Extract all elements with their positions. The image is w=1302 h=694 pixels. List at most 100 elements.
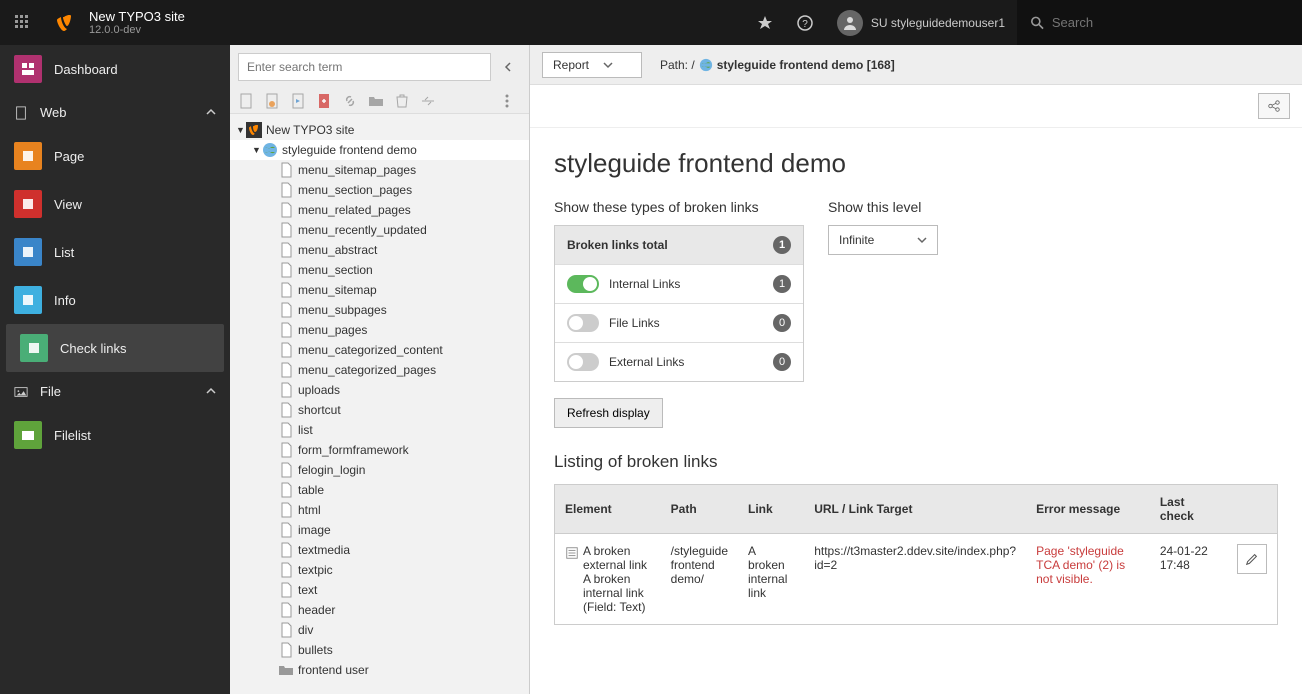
tree-label: image bbox=[298, 523, 331, 537]
tree-node[interactable]: div bbox=[230, 620, 529, 640]
collapse-tree-icon[interactable] bbox=[495, 54, 521, 80]
link-icon[interactable] bbox=[342, 93, 358, 109]
module-list[interactable]: List bbox=[0, 228, 230, 276]
tree-label: menu_subpages bbox=[298, 303, 387, 317]
image-icon bbox=[14, 385, 28, 399]
search-input[interactable] bbox=[1052, 15, 1288, 30]
dashboard-icon bbox=[14, 55, 42, 83]
folder-icon[interactable] bbox=[368, 93, 384, 109]
toggle-switch[interactable] bbox=[567, 353, 599, 371]
tree-label: menu_categorized_pages bbox=[298, 363, 436, 377]
tree-node[interactable]: image bbox=[230, 520, 529, 540]
globe-icon bbox=[262, 142, 278, 158]
more-menu-icon[interactable] bbox=[505, 93, 521, 109]
tree-label: bullets bbox=[298, 643, 333, 657]
refresh-button[interactable]: Refresh display bbox=[554, 398, 663, 428]
tree-node[interactable]: menu_categorized_content bbox=[230, 340, 529, 360]
module-group-file[interactable]: File bbox=[0, 372, 230, 411]
page-icon bbox=[278, 362, 294, 378]
tree-node[interactable]: ▼New TYPO3 site bbox=[230, 120, 529, 140]
tree-node[interactable]: header bbox=[230, 600, 529, 620]
tree-label: uploads bbox=[298, 383, 340, 397]
new-page-type3-icon[interactable] bbox=[316, 93, 332, 109]
edit-button[interactable] bbox=[1237, 544, 1267, 574]
pencil-icon bbox=[1245, 552, 1259, 566]
tree-node[interactable]: felogin_login bbox=[230, 460, 529, 480]
module-view[interactable]: View bbox=[0, 180, 230, 228]
tree-node[interactable]: menu_pages bbox=[230, 320, 529, 340]
tree-node[interactable]: menu_categorized_pages bbox=[230, 360, 529, 380]
tree-node[interactable]: form_formframework bbox=[230, 440, 529, 460]
page-icon bbox=[278, 602, 294, 618]
share-button[interactable] bbox=[1258, 93, 1290, 119]
trash-icon[interactable] bbox=[394, 93, 410, 109]
module-label: Dashboard bbox=[54, 62, 118, 77]
module-label: Check links bbox=[60, 341, 126, 356]
tree-node[interactable]: text bbox=[230, 580, 529, 600]
new-page-type1-icon[interactable] bbox=[264, 93, 280, 109]
bookmark-icon[interactable] bbox=[745, 0, 785, 45]
tree-node[interactable]: menu_sitemap bbox=[230, 280, 529, 300]
module-menu: Dashboard Web Page View List Info Check link… bbox=[0, 45, 230, 694]
tree-node[interactable]: textpic bbox=[230, 560, 529, 580]
apps-switcher-icon[interactable] bbox=[0, 0, 45, 45]
tree-label: menu_abstract bbox=[298, 243, 377, 257]
toggle-switch[interactable] bbox=[567, 314, 599, 332]
module-filelist[interactable]: Filelist bbox=[0, 411, 230, 459]
module-page[interactable]: Page bbox=[0, 132, 230, 180]
page-icon bbox=[278, 342, 294, 358]
module-label: List bbox=[54, 245, 74, 260]
tree-node[interactable]: shortcut bbox=[230, 400, 529, 420]
page-icon bbox=[278, 222, 294, 238]
tree-node[interactable]: menu_related_pages bbox=[230, 200, 529, 220]
user-menu[interactable]: SU styleguidedemouser1 bbox=[825, 10, 1017, 36]
view-mode-select[interactable]: Report bbox=[542, 52, 642, 78]
divider-icon[interactable] bbox=[420, 93, 436, 109]
count-badge: 1 bbox=[773, 275, 791, 293]
tree-node[interactable]: frontend user bbox=[230, 660, 529, 680]
help-icon[interactable]: ? bbox=[785, 0, 825, 45]
level-select[interactable]: Infinite bbox=[828, 225, 938, 255]
module-label: Info bbox=[54, 293, 76, 308]
tree-node[interactable]: table bbox=[230, 480, 529, 500]
tree-node[interactable]: menu_subpages bbox=[230, 300, 529, 320]
globe-icon bbox=[699, 58, 713, 72]
tree-node[interactable]: bullets bbox=[230, 640, 529, 660]
tree-node[interactable]: uploads bbox=[230, 380, 529, 400]
module-group-web[interactable]: Web bbox=[0, 93, 230, 132]
page-icon bbox=[278, 642, 294, 658]
global-search[interactable] bbox=[1017, 0, 1302, 45]
module-dashboard[interactable]: Dashboard bbox=[0, 45, 230, 93]
tree-node[interactable]: list bbox=[230, 420, 529, 440]
tree-node[interactable]: textmedia bbox=[230, 540, 529, 560]
module-label: View bbox=[54, 197, 82, 212]
page-icon bbox=[278, 402, 294, 418]
page-icon bbox=[278, 182, 294, 198]
tree-label: table bbox=[298, 483, 324, 497]
site-info: New TYPO3 site 12.0.0-dev bbox=[85, 9, 185, 36]
chevron-down-icon bbox=[206, 387, 216, 397]
link-type-row: File Links0 bbox=[555, 303, 803, 342]
chevron-down-icon bbox=[603, 60, 613, 70]
tree-label: menu_categorized_content bbox=[298, 343, 443, 357]
page-icon bbox=[278, 242, 294, 258]
tree-label: New TYPO3 site bbox=[266, 123, 354, 137]
tree-node[interactable]: menu_abstract bbox=[230, 240, 529, 260]
tree-node[interactable]: ▼styleguide frontend demo bbox=[230, 140, 529, 160]
tree-node[interactable]: menu_recently_updated bbox=[230, 220, 529, 240]
page-icon bbox=[278, 302, 294, 318]
tree-search-input[interactable] bbox=[238, 53, 491, 81]
typo3-icon bbox=[246, 122, 262, 138]
page-icon bbox=[278, 322, 294, 338]
cell-lastcheck: 24-01-22 17:48 bbox=[1150, 534, 1227, 625]
module-check-links[interactable]: Check links bbox=[6, 324, 224, 372]
tree-node[interactable]: menu_section_pages bbox=[230, 180, 529, 200]
tree-node[interactable]: html bbox=[230, 500, 529, 520]
module-info[interactable]: Info bbox=[0, 276, 230, 324]
tree-node[interactable]: menu_sitemap_pages bbox=[230, 160, 529, 180]
tree-node[interactable]: menu_section bbox=[230, 260, 529, 280]
new-page-icon[interactable] bbox=[238, 93, 254, 109]
new-page-type2-icon[interactable] bbox=[290, 93, 306, 109]
page-icon bbox=[278, 622, 294, 638]
toggle-switch[interactable] bbox=[567, 275, 599, 293]
